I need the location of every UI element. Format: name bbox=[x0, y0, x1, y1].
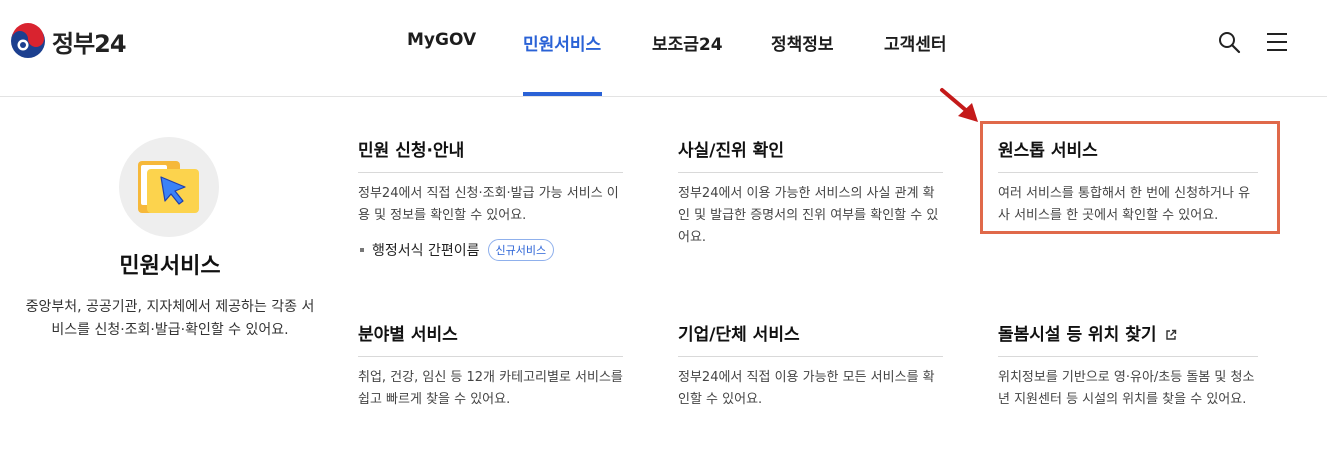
active-tab-indicator bbox=[523, 92, 602, 96]
new-service-badge: 신규서비스 bbox=[487, 239, 555, 261]
nav-mygov[interactable]: MyGOV bbox=[407, 30, 476, 50]
sub-link-label[interactable]: 행정서식 간편이름 bbox=[372, 240, 480, 260]
external-link-icon bbox=[1165, 329, 1176, 340]
nav-customer-center[interactable]: 고객센터 bbox=[884, 30, 947, 55]
category-illustration bbox=[119, 137, 219, 237]
main-nav: MyGOV 민원서비스 보조금24 정책정보 고객센터 bbox=[0, 0, 1327, 96]
site-header: 정부24 MyGOV 민원서비스 보조금24 정책정보 고객센터 bbox=[0, 0, 1327, 97]
nav-subsidy24[interactable]: 보조금24 bbox=[652, 30, 723, 55]
form-shortname-link[interactable]: 행정서식 간편이름 신규서비스 bbox=[358, 239, 623, 261]
category-title: 민원서비스 bbox=[119, 254, 221, 279]
card-title[interactable]: 사실/진위 확인 bbox=[678, 140, 943, 173]
card-civil-application[interactable]: 민원 신청·안내 정부24에서 직접 신청·조회·발급 가능 서비스 이용 및 … bbox=[358, 140, 623, 261]
card-description: 정부24에서 직접 신청·조회·발급 가능 서비스 이용 및 정보를 확인할 수… bbox=[358, 186, 619, 223]
card-care-facility-finder[interactable]: 돌봄시설 등 위치 찾기 위치정보를 기반으로 영·유아/초등 돌봄 및 청소년… bbox=[998, 324, 1258, 411]
nav-civil-service[interactable]: 민원서비스 bbox=[523, 30, 601, 55]
card-title[interactable]: 분야별 서비스 bbox=[358, 324, 623, 357]
highlight-box bbox=[980, 121, 1280, 234]
search-icon[interactable] bbox=[1217, 30, 1241, 54]
card-title[interactable]: 기업/단체 서비스 bbox=[678, 324, 943, 357]
card-category-service[interactable]: 분야별 서비스 취업, 건강, 임신 등 12개 카테고리별로 서비스를 쉽고 … bbox=[358, 324, 623, 411]
card-description: 취업, 건강, 임신 등 12개 카테고리별로 서비스를 쉽고 빠르게 찾을 수… bbox=[358, 370, 623, 407]
arrow-annotation-icon bbox=[940, 88, 978, 122]
card-title[interactable]: 돌봄시설 등 위치 찾기 bbox=[998, 324, 1258, 357]
bullet-icon bbox=[360, 248, 364, 252]
card-description: 정부24에서 이용 가능한 서비스의 사실 관계 확인 및 발급한 증명서의 진… bbox=[678, 186, 939, 245]
card-title-label[interactable]: 돌봄시설 등 위치 찾기 bbox=[998, 325, 1157, 345]
card-description: 정부24에서 직접 이용 가능한 모든 서비스를 확인할 수 있어요. bbox=[678, 370, 935, 407]
folder-cursor-icon bbox=[138, 161, 199, 213]
category-description: 중앙부처, 공공기관, 지자체에서 제공하는 각종 서비스를 신청·조회·발급·… bbox=[25, 299, 315, 338]
card-fact-verification[interactable]: 사실/진위 확인 정부24에서 이용 가능한 서비스의 사실 관계 확인 및 발… bbox=[678, 140, 943, 249]
card-description: 위치정보를 기반으로 영·유아/초등 돌봄 및 청소년 지원센터 등 시설의 위… bbox=[998, 370, 1255, 407]
nav-policy-info[interactable]: 정책정보 bbox=[771, 30, 834, 55]
card-business-service[interactable]: 기업/단체 서비스 정부24에서 직접 이용 가능한 모든 서비스를 확인할 수… bbox=[678, 324, 943, 411]
card-title[interactable]: 민원 신청·안내 bbox=[358, 140, 623, 173]
menu-icon[interactable] bbox=[1265, 30, 1289, 54]
